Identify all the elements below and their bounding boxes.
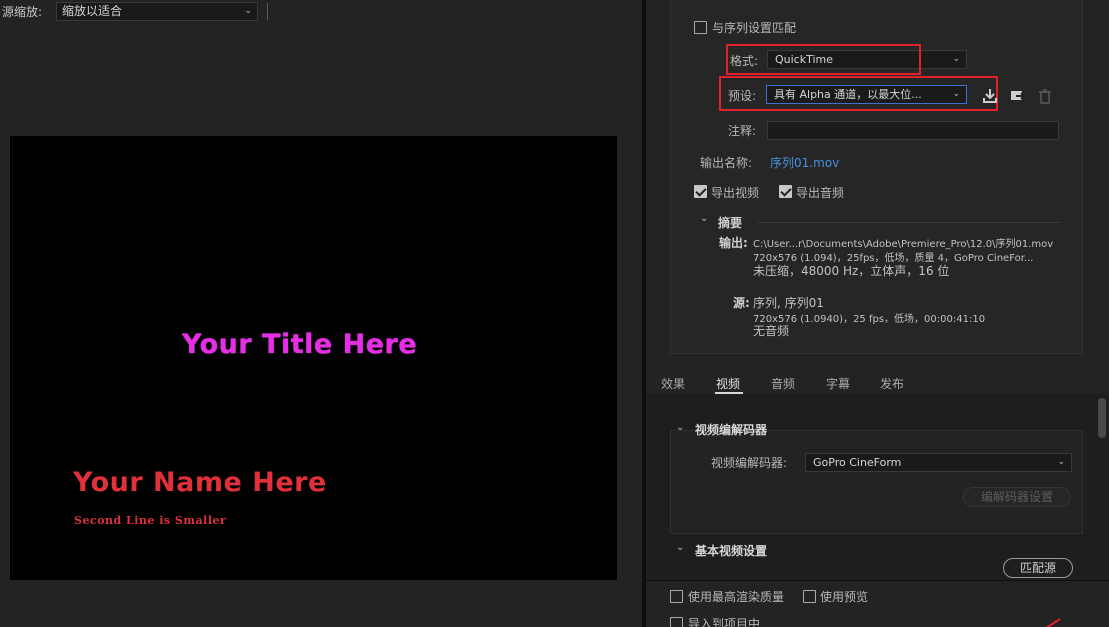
- red-annotation-stroke: [1045, 618, 1061, 627]
- codec-settings-button[interactable]: 编解码器设置: [963, 487, 1071, 507]
- import-into-project-checkbox[interactable]: [670, 617, 683, 627]
- codec-dropdown[interactable]: GoPro CineForm ⌄: [805, 453, 1072, 472]
- video-tab-content: ⌄ 视频编解码器 视频编解码器: GoPro CineForm ⌄ 编解码器设置…: [646, 394, 1109, 580]
- summary-output-audio: 未压缩，48000 Hz，立体声，16 位: [753, 264, 950, 278]
- chevron-down-icon: ⌄: [244, 6, 252, 16]
- import-preset-icon[interactable]: [1008, 87, 1026, 105]
- video-codec-section: [670, 430, 1083, 534]
- codec-value: GoPro CineForm: [813, 456, 902, 469]
- tab-effects[interactable]: 效果: [661, 375, 685, 392]
- source-scale-label: 源缩放:: [2, 5, 43, 19]
- toolbar-divider: [267, 3, 268, 20]
- codec-section-chevron-icon[interactable]: ⌄: [676, 422, 684, 433]
- match-sequence-label: 与序列设置匹配: [712, 21, 797, 35]
- export-video-checkbox[interactable]: [694, 185, 707, 198]
- summary-title: 摘要: [718, 216, 743, 230]
- output-name-link[interactable]: 序列01.mov: [770, 154, 839, 171]
- preview-title-text: Your Title Here: [182, 329, 418, 360]
- basic-section-chevron-icon[interactable]: ⌄: [676, 542, 684, 553]
- preview-name-text: Your Name Here: [73, 467, 327, 498]
- preset-highlight-box: [719, 76, 998, 111]
- tab-captions[interactable]: 字幕: [826, 375, 850, 392]
- output-name-label: 输出名称:: [700, 156, 753, 170]
- chevron-down-icon: ⌄: [1057, 457, 1065, 467]
- source-panel: 源缩放: 缩放以适合 ⌄ Your Title Here Your Name H…: [0, 0, 642, 627]
- basic-video-section-title: 基本视频设置: [695, 544, 768, 558]
- summary-source-label: 源:: [733, 296, 750, 310]
- tab-video[interactable]: 视频: [716, 375, 740, 392]
- codec-section-title: 视频编解码器: [695, 423, 768, 437]
- max-render-quality-checkbox[interactable]: [670, 590, 683, 603]
- match-sequence-checkbox[interactable]: [694, 21, 707, 34]
- comment-input[interactable]: [767, 121, 1059, 140]
- settings-tabs: 效果 视频 音频 字幕 发布: [646, 372, 1109, 394]
- summary-chevron-icon[interactable]: ⌄: [700, 213, 708, 224]
- save-preset-icon[interactable]: [981, 87, 999, 105]
- bottom-options-bar: 使用最高渲染质量 使用预览 导入到项目中: [646, 580, 1109, 627]
- summary-divider: [758, 222, 1060, 223]
- summary-source-name: 序列, 序列01: [753, 296, 824, 310]
- chevron-down-icon: ⌄: [952, 54, 960, 64]
- vertical-scrollbar[interactable]: [1098, 398, 1106, 438]
- source-scale-dropdown[interactable]: 缩放以适合 ⌄: [56, 2, 258, 21]
- import-into-project-label: 导入到项目中: [688, 617, 761, 627]
- use-preview-label: 使用预览: [820, 590, 869, 604]
- export-audio-label: 导出音频: [796, 186, 845, 200]
- summary-source-audio: 无音频: [753, 324, 790, 338]
- export-audio-checkbox[interactable]: [779, 185, 792, 198]
- tab-audio[interactable]: 音频: [771, 375, 795, 392]
- export-settings-panel: 与序列设置匹配 格式: QuickTime ⌄ 预设: 具有 Alpha 通道，…: [646, 0, 1109, 627]
- use-preview-checkbox[interactable]: [803, 590, 816, 603]
- tab-publish[interactable]: 发布: [880, 375, 904, 392]
- export-video-label: 导出视频: [711, 186, 760, 200]
- codec-label: 视频编解码器:: [711, 456, 788, 470]
- comment-label: 注释:: [728, 124, 757, 138]
- max-render-quality-label: 使用最高渲染质量: [688, 590, 785, 604]
- format-highlight-box: [726, 44, 921, 75]
- match-source-button[interactable]: 匹配源: [1003, 558, 1073, 578]
- preview-second-line-text: Second Line is Smaller: [74, 514, 227, 527]
- source-scale-value: 缩放以适合: [62, 4, 123, 18]
- summary-output-label: 输出:: [719, 236, 748, 250]
- video-preview: Your Title Here Your Name Here Second Li…: [10, 136, 617, 580]
- summary-output-path: C:\User...r\Documents\Adobe\Premiere_Pro…: [753, 239, 1054, 250]
- delete-preset-icon[interactable]: [1036, 87, 1054, 105]
